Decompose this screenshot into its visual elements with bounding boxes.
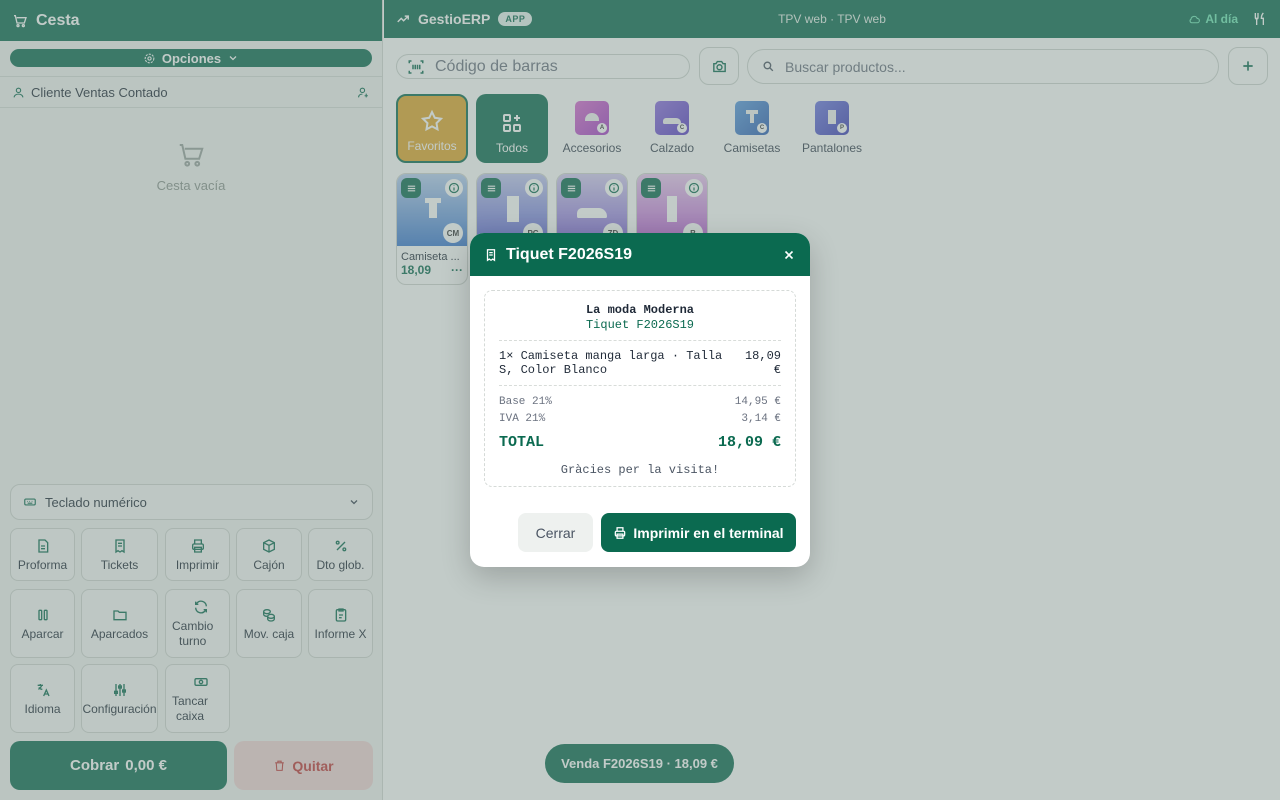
printer-icon (613, 526, 627, 540)
divider (499, 385, 781, 386)
thanks-message: Gràcies per la visita! (560, 463, 720, 477)
store-name: La moda Moderna (585, 303, 695, 317)
divider (499, 340, 781, 341)
close-button[interactable]: Cerrar (518, 513, 593, 552)
iva-row: IVA 21% 3,14 € (499, 413, 781, 425)
modal-title: Tiquet F2026S19 (506, 245, 632, 263)
close-icon[interactable] (782, 248, 796, 262)
base-row: Base 21% 14,95 € (499, 396, 781, 408)
modal-header: Tiquet F2026S19 (470, 233, 810, 276)
receipt-icon (484, 248, 498, 262)
total-row: TOTAL 18,09 € (499, 434, 781, 451)
line-description: 1× Camiseta manga larga · Talla S, Color… (499, 349, 723, 377)
line-price: 18,09 € (744, 349, 781, 377)
receipt-preview: La moda Moderna Tiquet F2026S19 1× Camis… (484, 290, 796, 487)
print-terminal-button[interactable]: Imprimir en el terminal (601, 513, 796, 552)
receipt-line: 1× Camiseta manga larga · Talla S, Color… (499, 349, 781, 377)
ticket-number: Tiquet F2026S19 (585, 318, 695, 332)
ticket-modal: Tiquet F2026S19 La moda Moderna Tiquet F… (470, 233, 810, 567)
